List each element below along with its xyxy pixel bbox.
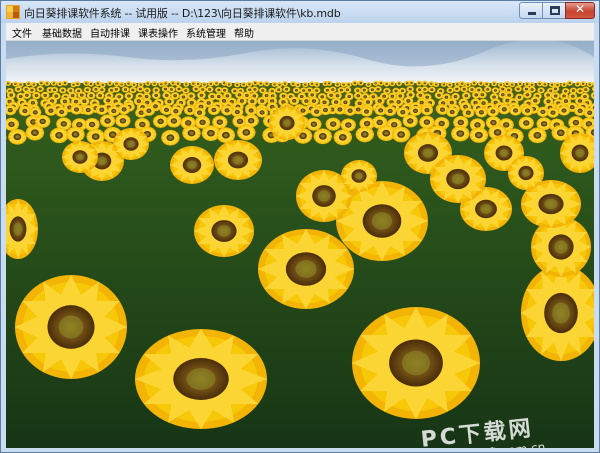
content-area: PC下载网 www.pcsoft.com.cn [6,41,594,448]
menu-basic-data[interactable]: 基础数据 [42,25,82,40]
close-icon: ✕ [574,2,586,16]
menu-auto-schedule[interactable]: 自动排课 [90,25,130,40]
maximize-button[interactable] [542,2,566,19]
maximize-icon [550,6,560,15]
close-button[interactable]: ✕ [565,2,595,19]
minimize-button[interactable] [519,2,543,19]
title-bar[interactable]: 向日葵排课软件系统 -- 试用版 -- D:\123\向日葵排课软件\kb.md… [1,1,599,23]
sunflower-field-image [6,41,594,448]
menu-help[interactable]: 帮助 [234,25,254,40]
app-window: 向日葵排课软件系统 -- 试用版 -- D:\123\向日葵排课软件\kb.md… [0,0,600,453]
menu-system-admin[interactable]: 系统管理 [186,25,226,40]
menu-timetable-ops[interactable]: 课表操作 [138,25,178,40]
window-title: 向日葵排课软件系统 -- 试用版 -- D:\123\向日葵排课软件\kb.md… [24,7,341,20]
minimize-icon [528,12,536,15]
app-icon [6,5,20,19]
menu-file[interactable]: 文件 [12,25,32,40]
menu-bar: 文件 基础数据 自动排课 课表操作 系统管理 帮助 [6,23,594,41]
